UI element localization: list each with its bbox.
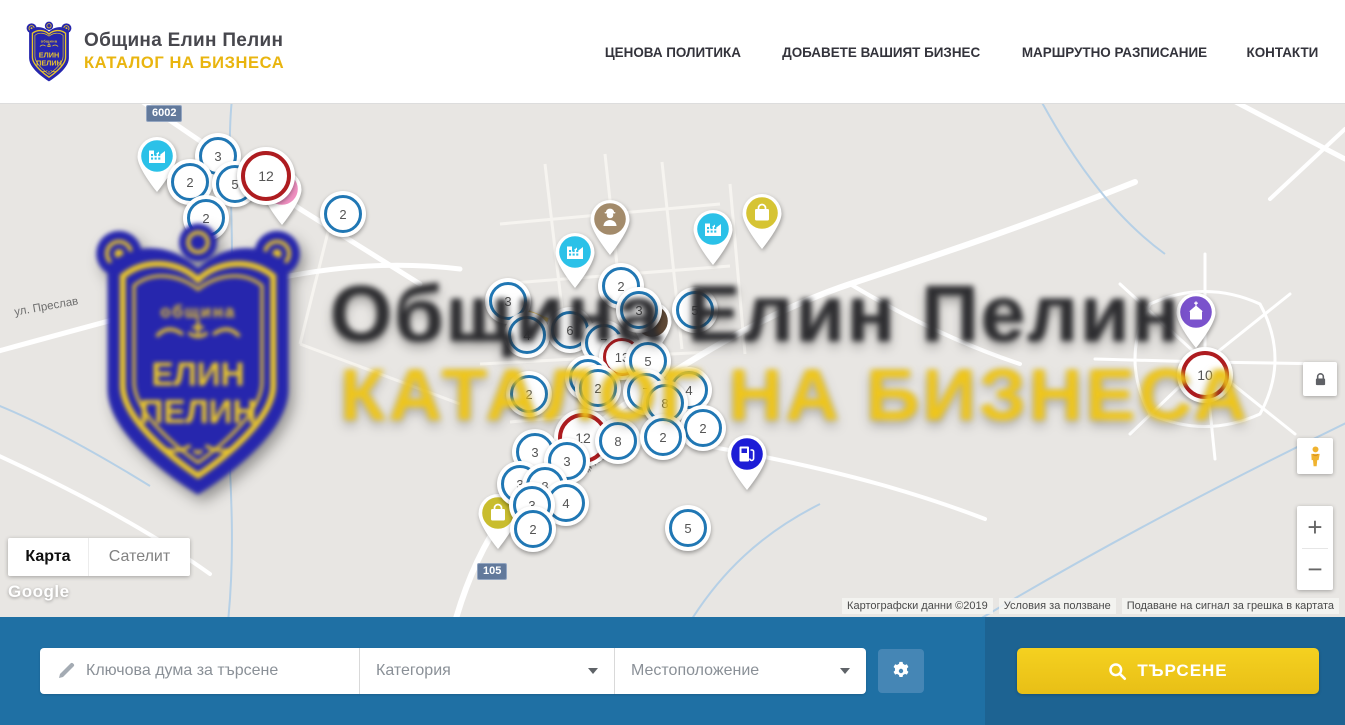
chevron-down-icon xyxy=(588,668,598,674)
category-pin-fuel[interactable] xyxy=(724,433,770,491)
site-header: Община Елин Пелин КАТАЛОГ НА БИЗНЕСА ЦЕН… xyxy=(0,0,1345,104)
map-type-satellite-button[interactable]: Сателит xyxy=(88,538,190,576)
attribution-copyright: Картографски данни ©2019 xyxy=(842,598,993,614)
cluster-marker[interactable]: 5 xyxy=(665,505,711,551)
cluster-marker[interactable]: 2 xyxy=(320,191,366,237)
site-title: Община Елин Пелин xyxy=(84,30,284,52)
advanced-settings-button[interactable] xyxy=(878,649,924,693)
site-logo[interactable]: Община Елин Пелин КАТАЛОГ НА БИЗНЕСА xyxy=(24,20,284,83)
cluster-marker[interactable]: 8 xyxy=(595,418,641,464)
cluster-marker[interactable]: 2 xyxy=(640,414,686,460)
cluster-marker[interactable]: 2 xyxy=(183,195,229,241)
keyword-input[interactable] xyxy=(86,662,343,680)
cluster-marker[interactable]: 2 xyxy=(680,405,726,451)
chevron-down-icon xyxy=(840,668,850,674)
pegman-button[interactable] xyxy=(1297,438,1333,474)
pencil-icon xyxy=(56,661,76,681)
search-icon xyxy=(1108,662,1127,681)
gear-icon xyxy=(890,660,912,682)
search-bar: Категория Местоположение ТЪРСЕНЕ xyxy=(0,617,1345,725)
location-select[interactable]: Местоположение xyxy=(615,648,866,694)
search-panel: Категория Местоположение xyxy=(40,648,866,694)
category-pin-bag[interactable] xyxy=(739,192,785,250)
zoom-control: + − xyxy=(1297,506,1333,590)
cluster-marker[interactable]: 10 xyxy=(1177,347,1233,403)
cluster-marker[interactable]: 2 xyxy=(506,371,552,417)
nav-item-contacts[interactable]: КОНТАКТИ xyxy=(1247,44,1319,60)
main-nav: ЦЕНОВА ПОЛИТИКА ДОБАВЕТЕ ВАШИЯТ БИЗНЕС М… xyxy=(602,0,1320,104)
zoom-in-button[interactable]: + xyxy=(1297,506,1333,548)
terms-link[interactable]: Условия за ползване xyxy=(999,598,1116,614)
nav-item-add-business[interactable]: ДОБАВЕТЕ ВАШИЯТ БИЗНЕС xyxy=(782,44,980,60)
search-button-label: ТЪРСЕНЕ xyxy=(1137,661,1227,681)
category-pin-factory[interactable] xyxy=(690,208,736,266)
report-error-link[interactable]: Подаване на сигнал за грешка в картата xyxy=(1122,598,1339,614)
pegman-icon xyxy=(1304,445,1327,468)
category-select-value: Категория xyxy=(376,662,451,680)
cluster-marker[interactable]: 4 xyxy=(504,312,550,358)
cluster-marker[interactable]: 5 xyxy=(672,287,718,333)
category-pin-factory[interactable] xyxy=(552,231,598,289)
category-pin-church[interactable] xyxy=(1173,291,1219,349)
map-canvas[interactable]: 6002105ул. Преславбул. „Новосел 32512223… xyxy=(0,104,1345,617)
map-attribution: Картографски данни ©2019 Условия за полз… xyxy=(842,598,1339,614)
map-type-control: Карта Сателит xyxy=(8,538,190,576)
road-number-badge: 6002 xyxy=(146,105,182,122)
municipality-emblem-icon xyxy=(24,20,74,83)
site-subtitle: КАТАЛОГ НА БИЗНЕСА xyxy=(84,54,284,73)
search-button[interactable]: ТЪРСЕНЕ xyxy=(1017,648,1319,694)
nav-item-route-schedule[interactable]: МАРШРУТНО РАЗПИСАНИЕ xyxy=(1022,44,1207,60)
page: Община Елин Пелин КАТАЛОГ НА БИЗНЕСА ЦЕН… xyxy=(0,0,1345,725)
road-number-badge: 105 xyxy=(477,563,507,580)
lock-icon xyxy=(1312,371,1329,388)
cluster-marker[interactable]: 12 xyxy=(237,147,295,205)
cluster-marker[interactable]: 2 xyxy=(575,365,621,411)
google-logo[interactable]: Google xyxy=(8,582,70,602)
map-type-map-button[interactable]: Карта xyxy=(8,538,88,576)
category-select[interactable]: Категория xyxy=(360,648,615,694)
nav-item-pricing[interactable]: ЦЕНОВА ПОЛИТИКА xyxy=(605,44,741,60)
keyword-field xyxy=(40,648,360,694)
cluster-marker[interactable]: 2 xyxy=(510,506,556,552)
location-select-value: Местоположение xyxy=(631,662,759,680)
zoom-out-button[interactable]: − xyxy=(1297,549,1333,591)
cluster-marker[interactable]: 3 xyxy=(616,287,662,333)
lock-button[interactable] xyxy=(1303,362,1337,396)
